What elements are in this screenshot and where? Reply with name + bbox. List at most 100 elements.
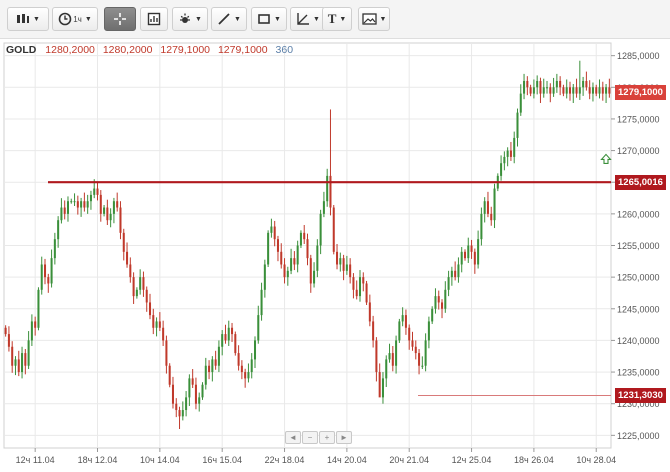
candle-body (234, 334, 237, 354)
candle-body (253, 340, 257, 360)
dropdown-arrow-icon: ▼ (339, 15, 347, 23)
x-tick-label: 12ч 11.04 (16, 455, 55, 465)
current-price-tag: 1279,1000 (615, 85, 666, 101)
candle-body (480, 213, 483, 240)
candle-body (135, 289, 138, 297)
candle-body (378, 372, 381, 398)
chart-area[interactable]: 1285,00001280,00001275,00001270,00001265… (0, 38, 670, 472)
candle-body (450, 270, 453, 278)
candle-body (470, 245, 473, 252)
y-tick-label: 1240,0000 (617, 336, 660, 346)
candle-body (349, 264, 352, 278)
candle-body (568, 87, 572, 94)
price-chart[interactable]: 1285,00001280,00001275,00001270,00001265… (0, 38, 670, 472)
candle-body (503, 156, 506, 164)
candle-body (142, 277, 145, 290)
line-tool-button[interactable]: ▼ (211, 7, 247, 31)
x-tick-label: 12ч 25.04 (452, 455, 492, 465)
candle-body (595, 87, 598, 94)
candle-body (421, 365, 424, 367)
candle-body (30, 321, 33, 341)
candle-body (37, 289, 40, 328)
candle-body (536, 80, 539, 88)
candle-body (270, 226, 273, 233)
candle-body (509, 150, 512, 157)
candle-body (73, 201, 76, 203)
studies-button[interactable]: ▼ (172, 7, 208, 31)
dropdown-arrow-icon: ▼ (234, 15, 241, 23)
candle-body (345, 264, 348, 271)
candle-body (237, 353, 240, 366)
candle-body (473, 251, 476, 265)
line-icon (217, 12, 231, 26)
image-button[interactable]: ▼ (358, 7, 390, 31)
candle-body (605, 87, 608, 94)
candle-body (555, 80, 558, 88)
zoom-in-button[interactable]: + (319, 431, 335, 444)
y-tick-label: 1255,0000 (617, 241, 660, 251)
crosshair-icon (113, 12, 127, 26)
candle-body (467, 245, 470, 259)
candle-body (273, 226, 276, 240)
candle-body (204, 365, 207, 385)
ohlc-legend: GOLD 1280,2000 1280,2000 1279,1000 1279,… (6, 44, 293, 56)
candle-body (490, 213, 493, 221)
candle-body (240, 365, 243, 373)
candle-body (299, 232, 302, 246)
candle-body (532, 87, 535, 94)
candle-body (244, 372, 247, 379)
x-tick-label: 22ч 18.04 (265, 455, 305, 465)
candle-body (591, 87, 594, 94)
candle-body (313, 270, 316, 284)
scroll-right-button[interactable]: ► (336, 431, 352, 444)
candle-body (362, 277, 365, 284)
dropdown-arrow-icon: ▼ (313, 15, 320, 23)
candle-body (155, 321, 158, 328)
timeframe-button[interactable]: 1ч ▼ (52, 7, 98, 31)
candle-body (404, 315, 407, 328)
candle-body (181, 410, 184, 417)
candle-body (152, 315, 155, 328)
candle-body (375, 340, 378, 373)
indicators-button[interactable] (140, 7, 168, 31)
candle-body (444, 289, 447, 309)
candle-body (460, 251, 463, 265)
dropdown-arrow-icon: ▼ (379, 15, 387, 23)
candle-body (322, 201, 325, 214)
candle-body (86, 201, 89, 208)
candle-body (263, 264, 266, 290)
candle-body (257, 315, 260, 341)
scroll-left-button[interactable]: ◄ (285, 431, 301, 444)
zoom-out-button[interactable]: − (302, 431, 318, 444)
x-tick-label: 10ч 28.04 (576, 455, 616, 465)
candle-body (434, 296, 437, 309)
candle-body (168, 365, 171, 385)
low-value: 1279,1000 (160, 44, 211, 56)
fib-tool-button[interactable]: ▼ (290, 7, 326, 31)
chart-type-button[interactable]: ▼ (7, 7, 49, 31)
candle-body (391, 353, 394, 366)
candle-body (296, 245, 299, 265)
candle-body (267, 232, 270, 265)
candle-body (306, 239, 309, 259)
crosshair-button[interactable] (104, 7, 136, 31)
candle-body (395, 340, 398, 366)
candle-body (34, 321, 37, 328)
candle-body (385, 359, 388, 379)
candle-body (162, 327, 165, 341)
candle-body (441, 302, 444, 309)
candle-body (283, 264, 286, 278)
x-tick-label: 10ч 14.04 (140, 455, 180, 465)
candle-body (122, 232, 125, 252)
timeframe-label: 1ч (73, 14, 82, 24)
shape-tool-button[interactable]: ▼ (251, 7, 287, 31)
close-value: 1279,1000 (217, 44, 268, 56)
candle-body (575, 87, 578, 94)
candle-body (457, 264, 460, 278)
candle-body (17, 359, 20, 373)
text-tool-button[interactable]: T ▼ (322, 7, 352, 31)
candle-body (418, 353, 421, 366)
chart-toolbar: ▼ 1ч ▼ ▼ ▼ ▼ ▼ T ▼ ▼ (0, 0, 670, 39)
candle-body (368, 302, 371, 322)
candle-body (165, 340, 168, 366)
